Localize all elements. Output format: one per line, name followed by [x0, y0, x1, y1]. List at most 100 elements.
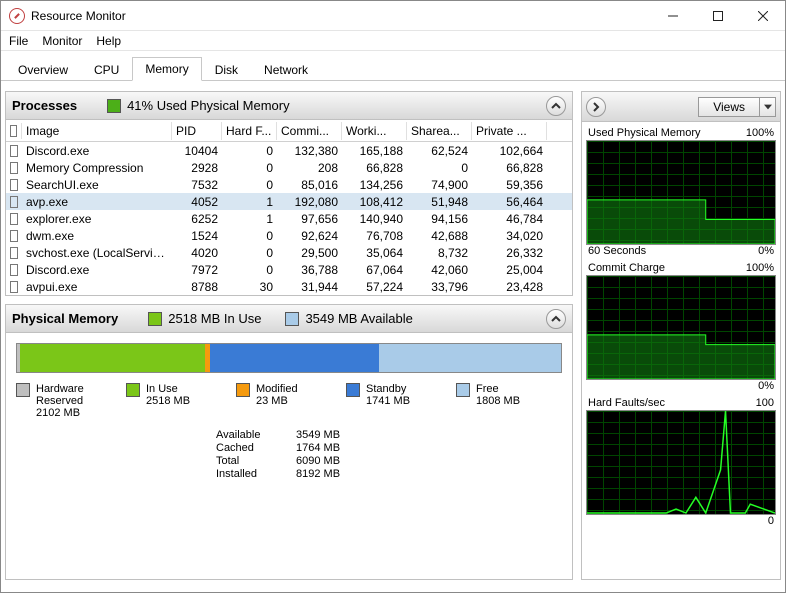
- expand-arrow-icon[interactable]: [586, 97, 606, 117]
- collapse-icon[interactable]: [546, 309, 566, 329]
- tab-network[interactable]: Network: [251, 58, 321, 81]
- row-checkbox[interactable]: [10, 230, 18, 242]
- legend-swatch: [346, 383, 360, 397]
- row-checkbox[interactable]: [10, 179, 18, 191]
- row-checkbox[interactable]: [10, 213, 18, 225]
- window-title: Resource Monitor: [31, 9, 650, 23]
- cell-hf: 0: [222, 246, 277, 260]
- tab-disk[interactable]: Disk: [202, 58, 251, 81]
- stat-value: 6090 MB: [296, 455, 376, 467]
- col-hf[interactable]: Hard F...: [222, 122, 277, 140]
- cell-hf: 1: [222, 195, 277, 209]
- legend-text: Standby1741 MB: [366, 383, 410, 419]
- table-row[interactable]: svchost.exe (LocalServiceNo...4020029,50…: [6, 244, 572, 261]
- bar-seg-in-use: [20, 344, 205, 372]
- graph-max: 100: [756, 397, 774, 409]
- cell-work: 140,940: [342, 212, 407, 226]
- col-image[interactable]: Image: [22, 122, 172, 140]
- physical-memory-panel: Physical Memory 2518 MB In Use 3549 MB A…: [5, 304, 573, 580]
- grid-header[interactable]: Image PID Hard F... Commi... Worki... Sh…: [6, 120, 572, 142]
- graph-foot-left: 60 Seconds: [588, 245, 646, 257]
- stat-key: Installed: [216, 468, 296, 480]
- table-row[interactable]: Discord.exe7972036,78867,06442,06025,004: [6, 261, 572, 278]
- cell-hf: 30: [222, 280, 277, 294]
- cell-share: 94,156: [407, 212, 472, 226]
- table-row[interactable]: Discord.exe104040132,380165,18862,524102…: [6, 142, 572, 159]
- legend-text: Free1808 MB: [476, 383, 520, 419]
- cell-priv: 102,664: [472, 144, 547, 158]
- table-row[interactable]: dwm.exe1524092,62476,70842,68834,020: [6, 227, 572, 244]
- cell-share: 8,732: [407, 246, 472, 260]
- in-use-swatch: [148, 312, 162, 326]
- tab-overview[interactable]: Overview: [5, 58, 81, 81]
- table-row[interactable]: avp.exe40521192,080108,41251,94856,464: [6, 193, 572, 210]
- cell-priv: 59,356: [472, 178, 547, 192]
- views-button[interactable]: Views: [698, 97, 776, 117]
- row-checkbox[interactable]: [10, 145, 18, 157]
- col-work[interactable]: Worki...: [342, 122, 407, 140]
- legend-text: In Use2518 MB: [146, 383, 190, 419]
- legend-swatch: [236, 383, 250, 397]
- mem-usage-swatch: [107, 99, 121, 113]
- stat-value: 8192 MB: [296, 468, 376, 480]
- menu-file[interactable]: File: [9, 34, 28, 48]
- bar-seg-standby: [210, 344, 379, 372]
- table-row[interactable]: avpui.exe87883031,94457,22433,79623,428: [6, 278, 572, 295]
- menu-bar: File Monitor Help: [1, 31, 785, 51]
- graphs-header: Views: [582, 92, 780, 122]
- row-checkbox[interactable]: [10, 247, 18, 259]
- table-row[interactable]: Memory Compression2928020866,828066,828: [6, 159, 572, 176]
- legend-text: Hardware Reserved2102 MB: [36, 383, 122, 419]
- graph-block: Used Physical Memory100%60 Seconds0%: [586, 126, 776, 259]
- legend-swatch: [456, 383, 470, 397]
- cell-share: 42,688: [407, 229, 472, 243]
- graphs-pane: Views Used Physical Memory100%60 Seconds…: [581, 91, 781, 580]
- cell-work: 134,256: [342, 178, 407, 192]
- cell-share: 51,948: [407, 195, 472, 209]
- cell-pid: 10404: [172, 144, 222, 158]
- table-row[interactable]: explorer.exe6252197,656140,94094,15646,7…: [6, 210, 572, 227]
- graph-max: 100%: [746, 127, 774, 139]
- table-row[interactable]: SearchUI.exe7532085,016134,25674,90059,3…: [6, 176, 572, 193]
- row-checkbox[interactable]: [10, 162, 18, 174]
- maximize-button[interactable]: [695, 1, 740, 30]
- menu-help[interactable]: Help: [96, 34, 121, 48]
- processes-header[interactable]: Processes 41% Used Physical Memory: [6, 92, 572, 120]
- window-controls: [650, 1, 785, 30]
- cell-hf: 0: [222, 263, 277, 277]
- cell-commit: 132,380: [277, 144, 342, 158]
- collapse-icon[interactable]: [546, 96, 566, 116]
- graph-foot-right: 0%: [758, 245, 774, 257]
- cell-work: 35,064: [342, 246, 407, 260]
- col-priv[interactable]: Private ...: [472, 122, 547, 140]
- row-checkbox[interactable]: [10, 264, 18, 276]
- cell-pid: 7532: [172, 178, 222, 192]
- tab-cpu[interactable]: CPU: [81, 58, 132, 81]
- cell-commit: 31,944: [277, 280, 342, 294]
- select-all-checkbox[interactable]: [10, 125, 17, 137]
- physical-memory-header[interactable]: Physical Memory 2518 MB In Use 3549 MB A…: [6, 305, 572, 333]
- close-button[interactable]: [740, 1, 785, 30]
- row-checkbox[interactable]: [10, 281, 18, 293]
- cell-priv: 56,464: [472, 195, 547, 209]
- processes-grid: Image PID Hard F... Commi... Worki... Sh…: [6, 120, 572, 295]
- minimize-button[interactable]: [650, 1, 695, 30]
- memory-stats: Available3549 MBCached1764 MBTotal6090 M…: [216, 429, 562, 480]
- cell-commit: 208: [277, 161, 342, 175]
- menu-monitor[interactable]: Monitor: [42, 34, 82, 48]
- cell-hf: 0: [222, 144, 277, 158]
- cell-work: 76,708: [342, 229, 407, 243]
- col-share[interactable]: Sharea...: [407, 122, 472, 140]
- tab-memory[interactable]: Memory: [132, 57, 201, 81]
- stat-value: 1764 MB: [296, 442, 376, 454]
- chevron-down-icon[interactable]: [760, 97, 776, 117]
- cell-work: 57,224: [342, 280, 407, 294]
- cell-pid: 4052: [172, 195, 222, 209]
- col-pid[interactable]: PID: [172, 122, 222, 140]
- cell-image: svchost.exe (LocalServiceNo...: [22, 246, 172, 260]
- processes-title: Processes: [12, 98, 77, 113]
- cell-share: 42,060: [407, 263, 472, 277]
- col-commit[interactable]: Commi...: [277, 122, 342, 140]
- row-checkbox[interactable]: [10, 196, 18, 208]
- legend-item: Hardware Reserved2102 MB: [16, 383, 122, 419]
